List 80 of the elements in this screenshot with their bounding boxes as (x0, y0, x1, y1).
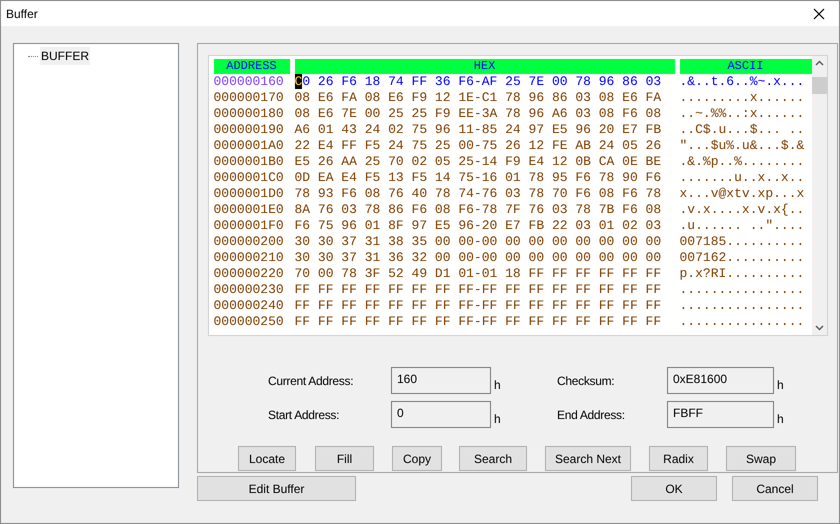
action-button[interactable]: Fill (315, 446, 374, 471)
address-cell-text: 000000200 (214, 234, 285, 250)
address-cell-text: 000000210 (214, 250, 285, 266)
address-cell-text: 000000180 (214, 106, 285, 122)
address-cell-text: 0000001A0 (214, 138, 285, 154)
hex-cell-text: FF FF FF FF FF FF FF FF-FF FF FF FF FF FF FF FF (294, 282, 662, 298)
hex-cell-text: FF FF FF FF FF FF FF FF-FF FF FF FF FF FF FF FF (294, 314, 662, 330)
input-field[interactable]: 0 (391, 401, 491, 428)
address-cell-text: 0000001B0 (214, 154, 285, 170)
window-title: Buffer (6, 6, 38, 22)
address-cell-text: 000000160 (214, 74, 285, 90)
action-button[interactable]: Copy (392, 446, 442, 471)
action-button[interactable]: Radix (649, 446, 708, 471)
unit-label: h (776, 411, 785, 428)
hex-cell-text: FF FF FF FF FF FF FF FF-FF FF FF FF FF FF FF FF (294, 298, 662, 314)
hex-cell-text: C0 26 F6 18 74 FF 36 F6-AF 25 7E 00 78 96 86 03 (294, 74, 662, 90)
hex-cell-text: 08 E6 7E 00 25 25 F9 EE-3A 78 96 A6 03 08 F6 08 (294, 106, 662, 122)
hex-cell-text: E5 26 AA 25 70 02 05 25-14 F9 E4 12 0B CA 0E BE (294, 154, 662, 170)
ascii-cell-text: ................ (680, 314, 806, 330)
tree-item[interactable]: BUFFER (40, 47, 90, 65)
hex-cell-text: 22 E4 FF F5 24 75 25 00-75 26 12 FE AB 24 05 26 (294, 138, 662, 154)
address-cell-text: 0000001C0 (214, 170, 285, 186)
ascii-cell-text: ..~.%%..:x...... (680, 106, 806, 122)
hex-cell-text: 0D EA E4 F5 13 F5 14 75-16 01 78 95 F6 78 90 F6 (294, 170, 662, 186)
ascii-cell-text: .v.x....x.v.x{.. (680, 202, 806, 218)
ascii-cell-text: .........x...... (680, 90, 806, 106)
address-cell-text: 0000001F0 (214, 218, 285, 234)
address-cell-text: 0000001D0 (214, 186, 285, 202)
ascii-cell-text: "...$u%.u&...$.& (680, 138, 806, 154)
close-icon[interactable] (813, 8, 825, 20)
scroll-up-icon[interactable] (814, 60, 824, 66)
ascii-cell-text: p.x?RI.......... (680, 266, 806, 282)
ascii-cell-text: 007162.......... (680, 250, 806, 266)
action-button[interactable]: Search Next (545, 446, 631, 471)
scroll-down-icon[interactable] (814, 325, 824, 331)
hex-cell-text: F6 75 96 01 8F 97 E5 96-20 E7 FB 22 03 01 02 03 (294, 218, 662, 234)
ascii-cell-text: ................ (680, 298, 806, 314)
address-cell-text: 000000220 (214, 266, 285, 282)
column-header: HEX (294, 59, 674, 74)
dialog-button[interactable]: Cancel (732, 476, 818, 501)
action-button[interactable]: Search (459, 446, 527, 471)
input-field[interactable]: FBFF (667, 401, 774, 428)
address-cell-text: 0000001E0 (214, 202, 285, 218)
ascii-cell-text: .u...... ..".... (680, 218, 806, 234)
input-field[interactable]: 160 (391, 367, 491, 394)
address-cell-text: 000000250 (214, 314, 285, 330)
column-header: ADDRESS (214, 59, 290, 74)
address-cell-text: 000000230 (214, 282, 285, 298)
action-button[interactable]: Swap (726, 446, 796, 471)
scrollbar[interactable] (812, 56, 826, 335)
hex-cell-text: 30 30 37 31 36 32 00 00-00 00 00 00 00 00 00 00 (294, 250, 662, 266)
ascii-cell-text: .......u..x..x.. (680, 170, 806, 186)
ascii-cell-text: 007185.......... (680, 234, 806, 250)
address-cell-text: 000000190 (214, 122, 285, 138)
field-label: End Address: (557, 406, 626, 424)
unit-label: h (493, 411, 502, 428)
hex-cell-text: 70 00 78 3F 52 49 D1 01-01 18 FF FF FF FF FF FF (294, 266, 662, 282)
ascii-cell-text: ..C$.u...$... .. (680, 122, 806, 138)
address-cell-text: 000000170 (214, 90, 285, 106)
field-label: Start Address: (268, 406, 340, 424)
hex-cell-text: 30 30 37 31 38 35 00 00-00 00 00 00 00 00 00 00 (294, 234, 662, 250)
ascii-cell-text: x...v@xtv.xp...x (680, 186, 806, 202)
dialog-button[interactable]: OK (631, 476, 717, 501)
unit-label: h (776, 377, 785, 394)
hex-cell-text: 08 E6 FA 08 E6 F9 12 1E-C1 78 96 86 03 08 E6 FA (294, 90, 662, 106)
edit-buffer-button[interactable]: Edit Buffer (197, 476, 356, 501)
action-button[interactable]: Locate (238, 446, 296, 471)
ascii-cell-text: .&..t.6..%~.x... (680, 74, 806, 90)
hex-cell-text: A6 01 43 24 02 75 96 11-85 24 97 E5 96 20 E7 FB (294, 122, 662, 138)
input-field[interactable]: 0xE81600 (667, 367, 774, 394)
ascii-cell-text: .&.%p..%........ (680, 154, 806, 170)
scroll-thumb[interactable] (812, 77, 826, 94)
ascii-cell-text: ................ (680, 282, 806, 298)
field-label: Checksum: (557, 372, 616, 390)
hex-cell-text: 78 93 F6 08 76 40 78 74-76 03 78 70 F6 08 F6 78 (294, 186, 662, 202)
hex-cell-text: 8A 76 03 78 86 F6 08 F6-78 7F 76 03 78 7B F6 08 (294, 202, 662, 218)
address-cell-text: 000000240 (214, 298, 285, 314)
unit-label: h (493, 377, 502, 394)
column-header: ASCII (680, 59, 812, 74)
field-label: Current Address: (268, 372, 354, 390)
